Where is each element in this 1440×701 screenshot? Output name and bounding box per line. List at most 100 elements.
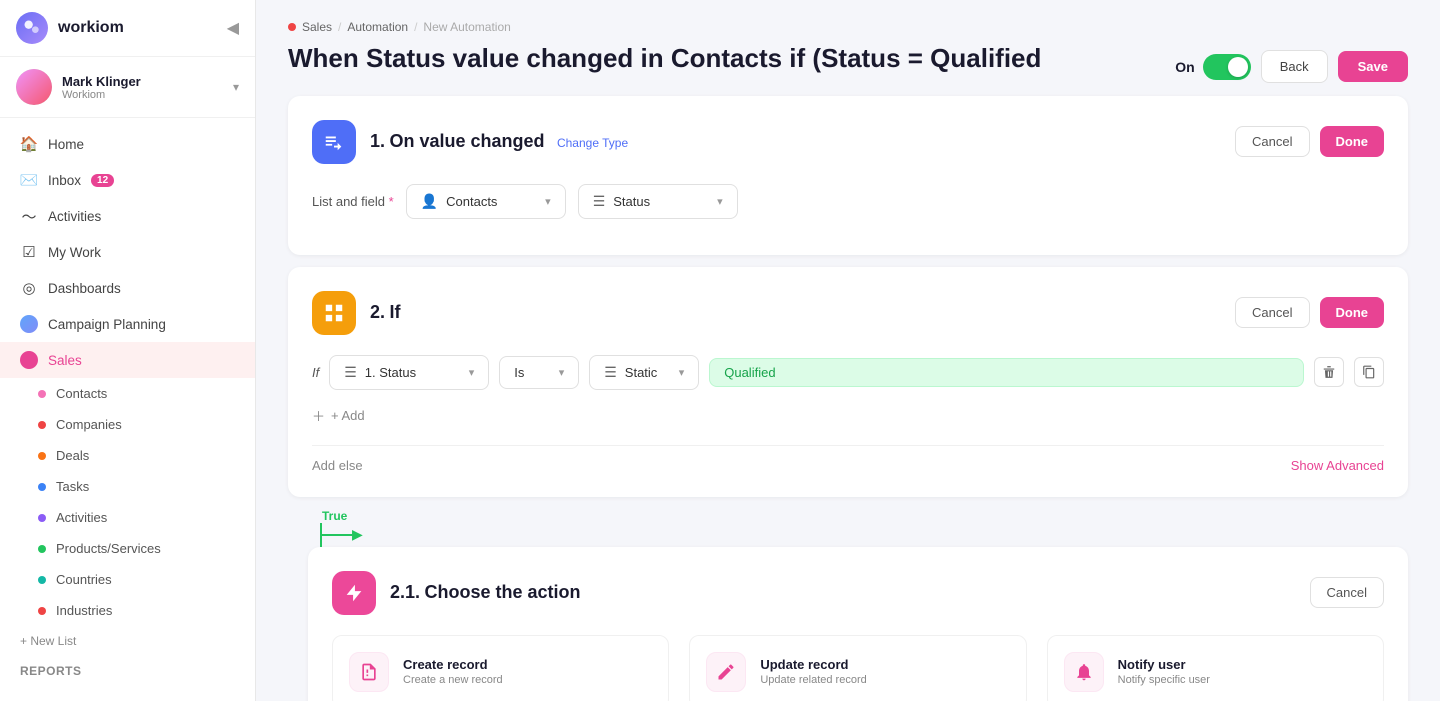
toggle-label: On xyxy=(1175,59,1194,75)
condition-value: Is xyxy=(514,365,524,380)
step2-actions: Cancel Done xyxy=(1235,297,1384,328)
sidebar-item-countries[interactable]: Countries xyxy=(0,564,255,595)
sidebar-item-inbox[interactable]: ✉️ Inbox 12 xyxy=(0,162,255,198)
notify-user-action[interactable]: Notify user Notify specific user xyxy=(1047,635,1384,701)
sidebar-item-campaign[interactable]: Campaign Planning xyxy=(0,306,255,342)
status-field-select[interactable]: ☰ 1. Status ▾ xyxy=(329,355,489,390)
condition-select[interactable]: Is ▾ xyxy=(499,356,579,389)
user-company: Workiom xyxy=(62,89,223,101)
companies-dot xyxy=(38,421,46,429)
sidebar-header: workiom ◀ xyxy=(0,0,255,57)
sidebar-item-deals[interactable]: Deals xyxy=(0,440,255,471)
sidebar-item-dashboards[interactable]: ◎ Dashboards xyxy=(0,270,255,306)
sidebar-item-label: My Work xyxy=(48,245,101,260)
sidebar-item-activities2[interactable]: Activities xyxy=(0,502,255,533)
create-record-action[interactable]: Create record Create a new record xyxy=(332,635,669,701)
breadcrumb-dot xyxy=(288,23,296,31)
sidebar-item-products[interactable]: Products/Services xyxy=(0,533,255,564)
sidebar-sub-label: Tasks xyxy=(56,479,89,494)
create-record-info: Create record Create a new record xyxy=(403,657,503,686)
user-section[interactable]: Mark Klinger Workiom ▾ xyxy=(0,57,255,118)
collapse-button[interactable]: ◀ xyxy=(227,18,239,38)
create-record-title: Create record xyxy=(403,657,503,672)
sidebar-item-companies[interactable]: Companies xyxy=(0,409,255,440)
sidebar-sub-label: Products/Services xyxy=(56,541,161,556)
update-record-action[interactable]: Update record Update related record xyxy=(689,635,1026,701)
industries-dot xyxy=(38,607,46,615)
reports-label: Reports xyxy=(0,656,255,686)
step21-title: Choose the action xyxy=(424,582,580,602)
sidebar-item-mywork[interactable]: ☑ My Work xyxy=(0,234,255,270)
change-type-link[interactable]: Change Type xyxy=(557,136,628,150)
avatar-image xyxy=(16,69,52,105)
sidebar-item-sales[interactable]: Sales xyxy=(0,342,255,378)
step1-icon xyxy=(312,120,356,164)
breadcrumb-automation[interactable]: Automation xyxy=(347,20,408,34)
step21-header: 2.1. Choose the action Cancel xyxy=(332,571,1384,615)
breadcrumb-sep2: / xyxy=(414,20,417,34)
contacts-select-icon: 👤 xyxy=(421,193,438,210)
sidebar-item-tasks[interactable]: Tasks xyxy=(0,471,255,502)
step1-number: 1. xyxy=(370,131,385,151)
sidebar-sub-label: Contacts xyxy=(56,386,107,401)
step2-icon xyxy=(312,291,356,335)
avatar xyxy=(16,69,52,105)
step21-cancel-button[interactable]: Cancel xyxy=(1310,577,1384,608)
notify-user-title: Notify user xyxy=(1118,657,1210,672)
user-info: Mark Klinger Workiom xyxy=(62,74,223,101)
step21-title-area: 2.1. Choose the action xyxy=(390,582,581,603)
step2-done-button[interactable]: Done xyxy=(1320,297,1385,328)
toggle-switch[interactable] xyxy=(1203,54,1251,80)
sidebar-item-contacts[interactable]: Contacts xyxy=(0,378,255,409)
sidebar-item-label: Campaign Planning xyxy=(48,317,166,332)
new-list-button[interactable]: + New List xyxy=(0,626,255,656)
step1-title-area: 1. On value changed Change Type xyxy=(370,131,628,152)
add-condition-button[interactable]: ＋ + Add xyxy=(312,402,1384,429)
toggle-container: On xyxy=(1175,54,1250,80)
notify-user-info: Notify user Notify specific user xyxy=(1118,657,1210,686)
step1-done-button[interactable]: Done xyxy=(1320,126,1385,157)
type-select[interactable]: ☰ Static ▾ xyxy=(589,355,699,390)
deals-dot xyxy=(38,452,46,460)
step21-icon xyxy=(332,571,376,615)
add-else-button[interactable]: Add else xyxy=(312,458,363,473)
connector-line-area: True ▶ xyxy=(320,509,363,547)
main-content: Sales / Automation / New Automation When… xyxy=(256,0,1440,701)
status-chevron-icon: ▾ xyxy=(717,195,723,208)
notify-user-desc: Notify specific user xyxy=(1118,674,1210,686)
tasks-dot xyxy=(38,483,46,491)
step21-actions: Cancel xyxy=(1310,577,1384,608)
create-record-icon xyxy=(349,652,389,692)
type-chevron-icon: ▾ xyxy=(679,366,685,379)
sidebar-item-industries[interactable]: Industries xyxy=(0,595,255,626)
sidebar-item-activities[interactable]: 〜 Activities xyxy=(0,198,255,234)
nav-section: 🏠 Home ✉️ Inbox 12 〜 Activities ☑ My Wor… xyxy=(0,118,255,694)
sidebar-sub-label: Deals xyxy=(56,448,89,463)
status-select[interactable]: ☰ Status ▾ xyxy=(578,184,738,219)
contacts-select[interactable]: 👤 Contacts ▾ xyxy=(406,184,566,219)
campaign-icon xyxy=(20,315,38,333)
status-select-icon: ☰ xyxy=(593,193,606,210)
step2-number: 2. xyxy=(370,302,385,322)
step2-cancel-button[interactable]: Cancel xyxy=(1235,297,1309,328)
step2-header: 2. If Cancel Done xyxy=(312,291,1384,335)
action-grid: Create record Create a new record Update… xyxy=(332,635,1384,701)
sidebar-sub-label: Activities xyxy=(56,510,107,525)
inbox-icon: ✉️ xyxy=(20,171,38,189)
step1-cancel-button[interactable]: Cancel xyxy=(1235,126,1309,157)
contacts-chevron-icon: ▾ xyxy=(545,195,551,208)
save-button[interactable]: Save xyxy=(1338,51,1408,82)
sidebar-logo xyxy=(16,12,48,44)
products-dot xyxy=(38,545,46,553)
update-record-desc: Update related record xyxy=(760,674,866,686)
back-button[interactable]: Back xyxy=(1261,50,1328,83)
delete-condition-button[interactable] xyxy=(1314,357,1344,387)
step1-field-row: List and field * 👤 Contacts ▾ ☰ Status ▾ xyxy=(312,184,1384,219)
sidebar-item-label: Inbox xyxy=(48,173,81,188)
sidebar-item-home[interactable]: 🏠 Home xyxy=(0,126,255,162)
breadcrumb-sales[interactable]: Sales xyxy=(302,20,332,34)
step1-title: On value changed xyxy=(389,131,544,151)
copy-condition-button[interactable] xyxy=(1354,357,1384,387)
true-label: True xyxy=(320,509,347,523)
show-advanced-button[interactable]: Show Advanced xyxy=(1291,458,1384,473)
